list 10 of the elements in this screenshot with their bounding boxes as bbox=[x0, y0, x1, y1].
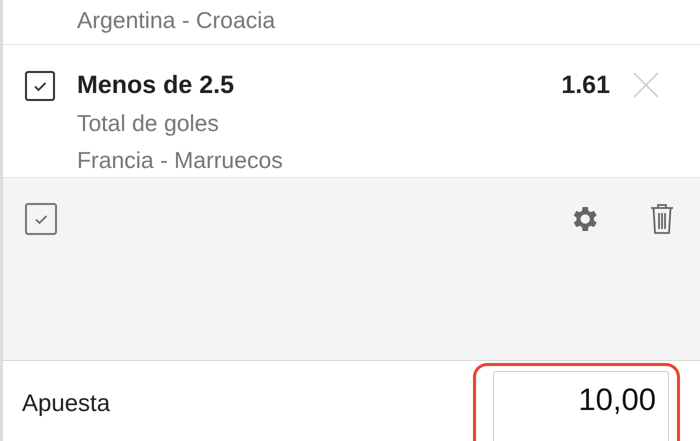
stake-input[interactable]: 10,00 bbox=[493, 371, 669, 441]
market-name: Total de goles bbox=[77, 108, 220, 137]
match-name: Argentina - Croacia bbox=[77, 6, 276, 34]
trash-icon[interactable] bbox=[650, 203, 674, 235]
select-all-checkbox[interactable] bbox=[25, 203, 57, 235]
match-name: Francia - Marruecos bbox=[77, 146, 284, 174]
bet-checkbox[interactable] bbox=[25, 70, 55, 101]
selection-name: Menos de 2.5 bbox=[77, 70, 235, 100]
odds-value: 1.61 bbox=[561, 70, 610, 100]
stake-label: Apuesta bbox=[22, 390, 110, 418]
